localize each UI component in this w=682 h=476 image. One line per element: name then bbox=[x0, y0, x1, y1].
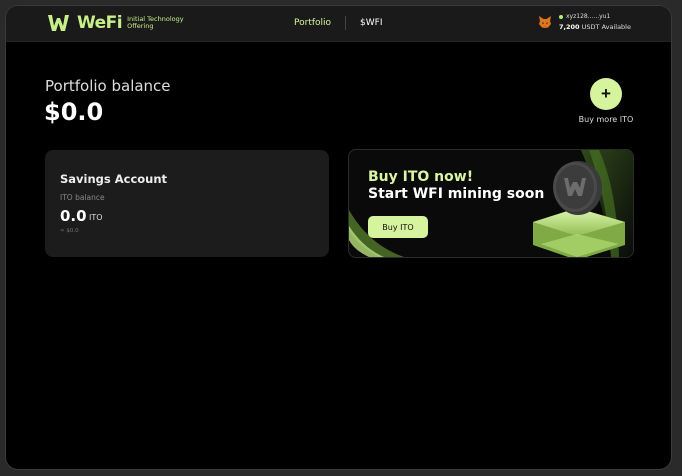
wallet-balance-amount: 7,200 bbox=[559, 23, 580, 31]
wefi-logo[interactable]: WeFi Initial Technology Offering bbox=[46, 13, 184, 33]
logo-tagline-line2: Offering bbox=[127, 22, 154, 30]
wallet-balance-suffix: USDT Available bbox=[581, 23, 631, 31]
ito-balance-amount: 0.0 bbox=[60, 207, 87, 225]
wefi-logo-icon bbox=[48, 15, 69, 31]
app-window: WeFi Initial Technology Offering Portfol… bbox=[6, 6, 671, 469]
ito-balance-usd: ≈ $0.0 bbox=[60, 228, 79, 234]
wallet-address: xyz128......yu1 bbox=[566, 13, 611, 20]
logo-wordmark: WeFi bbox=[77, 13, 123, 33]
wallet-widget[interactable]: xyz128......yu1 7,200 USDT Available bbox=[538, 13, 631, 31]
metamask-fox-icon bbox=[539, 16, 551, 28]
nav-divider bbox=[345, 16, 347, 30]
portfolio-balance-value: $0.0 bbox=[44, 98, 104, 126]
savings-title: Savings Account bbox=[60, 172, 168, 186]
wallet-address-row: xyz128......yu1 bbox=[559, 13, 631, 20]
promo-subheadline: Start WFI mining soon bbox=[368, 186, 545, 202]
buy-more-ito: + Buy more ITO bbox=[576, 78, 636, 124]
nav-portfolio[interactable]: Portfolio bbox=[294, 18, 331, 28]
buy-more-button[interactable]: + bbox=[590, 78, 622, 110]
portfolio-balance-label: Portfolio balance bbox=[45, 77, 171, 95]
buy-more-label: Buy more ITO bbox=[578, 115, 634, 124]
wallet-info: xyz128......yu1 7,200 USDT Available bbox=[559, 13, 631, 31]
ito-balance-label: ITO balance bbox=[60, 193, 105, 202]
plus-icon: + bbox=[601, 84, 611, 103]
savings-account-card[interactable]: Savings Account ITO balance 0.0 ITO ≈ $0… bbox=[45, 150, 329, 257]
logo-tagline: Initial Technology Offering bbox=[127, 15, 183, 31]
top-bar: WeFi Initial Technology Offering Portfol… bbox=[6, 6, 671, 42]
promo-headline: Buy ITO now! bbox=[368, 169, 474, 185]
ito-balance-unit: ITO bbox=[89, 213, 103, 222]
connected-status-dot bbox=[559, 14, 563, 19]
buy-ito-button[interactable]: Buy ITO bbox=[368, 216, 428, 238]
main-nav: Portfolio $WFI bbox=[294, 16, 383, 30]
buy-ito-promo-card: Buy ITO now! Start WFI mining soon Buy I… bbox=[348, 149, 634, 258]
nav-wfi[interactable]: $WFI bbox=[360, 18, 382, 28]
wallet-balance: 7,200 USDT Available bbox=[559, 23, 631, 31]
promo-background-art bbox=[349, 150, 633, 257]
